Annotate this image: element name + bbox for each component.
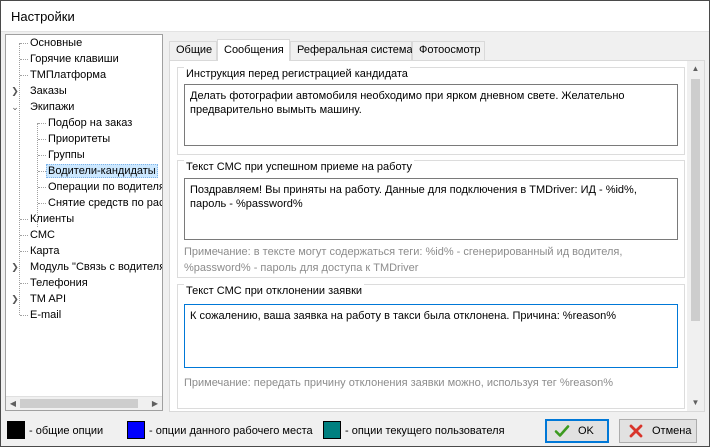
tree-item-label: TM API <box>30 293 67 305</box>
tree-item-driver-operations[interactable]: Операции по водителям <box>6 179 163 195</box>
title-bar: Настройки <box>1 1 709 32</box>
scroll-left-icon[interactable]: ◀ <box>7 397 19 410</box>
legend-label-common: - общие опции <box>29 425 104 437</box>
tab-general[interactable]: Общие <box>169 41 217 60</box>
scrollbar-thumb[interactable] <box>691 79 700 321</box>
tree-item-driver-comm-module[interactable]: ❯ Модуль "Связь с водителями" <box>6 259 162 275</box>
legend-label-workstation: - опции данного рабочего места <box>149 425 313 437</box>
accept-sms-note: Примечание: в тексте могут содержаться т… <box>184 246 623 274</box>
accept-sms-section: Текст СМС при успешном приеме на работу … <box>177 160 685 278</box>
tree-item-label: Клиенты <box>30 213 75 225</box>
reject-sms-textarea[interactable]: К сожалению, ваша заявка на работу в так… <box>184 304 678 368</box>
panel-vertical-scrollbar[interactable]: ▲ ▼ <box>687 61 704 411</box>
legend-label-user: - опции текущего пользователя <box>345 425 505 437</box>
tab-messages[interactable]: Сообщения <box>217 39 290 61</box>
tree-item-clients[interactable]: Клиенты <box>6 211 162 227</box>
tree-item-priorities[interactable]: Приоритеты <box>6 131 162 147</box>
section-title: Текст СМС при успешном приеме на работу <box>184 160 414 174</box>
legend-swatch-workstation <box>127 421 145 439</box>
tree-item-telephony[interactable]: Телефония <box>6 275 162 291</box>
chevron-right-icon[interactable]: ❯ <box>10 259 20 275</box>
footer: - общие опции - опции данного рабочего м… <box>1 413 709 447</box>
window-title: Настройки <box>11 9 75 24</box>
reject-sms-section: Текст СМС при отклонении заявки К сожале… <box>177 284 685 409</box>
tree-item-driver-candidates[interactable]: Водители-кандидаты <box>6 163 162 179</box>
scroll-up-icon[interactable]: ▲ <box>687 61 704 77</box>
tree-item-label: Группы <box>48 149 85 161</box>
tree-item-label: Модуль "Связь с водителями" <box>30 261 162 273</box>
messages-panel: Инструкция перед регистрацией кандидата … <box>169 60 705 412</box>
tree-item-map[interactable]: Карта <box>6 243 162 259</box>
scrollbar-thumb[interactable] <box>20 399 138 408</box>
reject-sms-note: Примечание: передать причину отклонения … <box>184 377 614 389</box>
legend-swatch-common <box>7 421 25 439</box>
tree-item-label: Экипажи <box>30 101 75 113</box>
tree-item-scheduled-withdrawal[interactable]: Снятие средств по расписанию <box>6 195 162 211</box>
tree-item-label: ТМПлатформа <box>30 69 107 81</box>
scroll-down-icon[interactable]: ▼ <box>687 395 704 411</box>
scroll-right-icon[interactable]: ▶ <box>149 397 161 410</box>
tree-horizontal-scrollbar[interactable]: ◀ ▶ <box>6 396 162 410</box>
checkmark-icon <box>554 423 570 439</box>
tree-item-tmplatform[interactable]: ТМПлатформа <box>6 67 162 83</box>
cancel-button[interactable]: Отмена <box>619 419 697 443</box>
legend-swatch-user <box>323 421 341 439</box>
tree-item-label: СМС <box>30 229 55 241</box>
tree-item-label: Телефония <box>30 277 88 289</box>
tree-item-orders[interactable]: ❯ Заказы <box>6 83 162 99</box>
section-title: Текст СМС при отклонении заявки <box>184 284 365 298</box>
section-title: Инструкция перед регистрацией кандидата <box>184 67 410 81</box>
ok-button-label: OK <box>578 425 594 437</box>
tree-item-tm-api[interactable]: ❯ TM API <box>6 291 162 307</box>
tree-item-label: Подбор на заказ <box>48 117 133 129</box>
tab-referral[interactable]: Реферальная система <box>290 41 413 60</box>
tree-item-label: Основные <box>30 37 83 49</box>
tree-item-general[interactable]: Основные <box>6 35 162 51</box>
tree-item-label: Карта <box>30 245 60 257</box>
tree-item-label: Приоритеты <box>48 133 111 145</box>
tree-item-groups[interactable]: Группы <box>6 147 162 163</box>
settings-window: Настройки Основные Горячие клавиши ТМПла… <box>0 0 710 447</box>
cancel-button-label: Отмена <box>652 425 692 437</box>
tree-item-label: E-mail <box>30 309 62 321</box>
tree-item-label: Водители-кандидаты <box>46 164 158 178</box>
close-icon <box>628 423 644 439</box>
ok-button[interactable]: OK <box>545 419 609 443</box>
accept-sms-textarea[interactable]: Поздравляем! Вы приняты на работу. Данны… <box>184 178 678 240</box>
instruction-section: Инструкция перед регистрацией кандидата … <box>177 67 685 155</box>
tree-item-hotkeys[interactable]: Горячие клавиши <box>6 51 162 67</box>
instruction-textarea[interactable]: Делать фотографии автомобиля необходимо … <box>184 84 678 146</box>
tree-item-label: Операции по водителям <box>48 181 163 193</box>
tab-photo-inspection[interactable]: Фотоосмотр <box>412 41 485 60</box>
tree-item-sms[interactable]: СМС <box>6 227 162 243</box>
chevron-right-icon[interactable]: ❯ <box>10 83 20 99</box>
tree-item-order-matching[interactable]: Подбор на заказ <box>6 115 162 131</box>
tree-item-label: Заказы <box>30 85 67 97</box>
tree-item-label: Снятие средств по расписанию <box>48 197 162 209</box>
chevron-right-icon[interactable]: ❯ <box>10 291 20 307</box>
tree-item-label: Горячие клавиши <box>30 53 119 65</box>
settings-tree[interactable]: Основные Горячие клавиши ТМПлатформа ❯ За… <box>5 34 163 411</box>
tree-item-email[interactable]: E-mail <box>6 307 162 323</box>
chevron-down-icon[interactable]: ⌄ <box>10 99 20 115</box>
tree-item-crews[interactable]: ⌄ Экипажи <box>6 99 162 115</box>
